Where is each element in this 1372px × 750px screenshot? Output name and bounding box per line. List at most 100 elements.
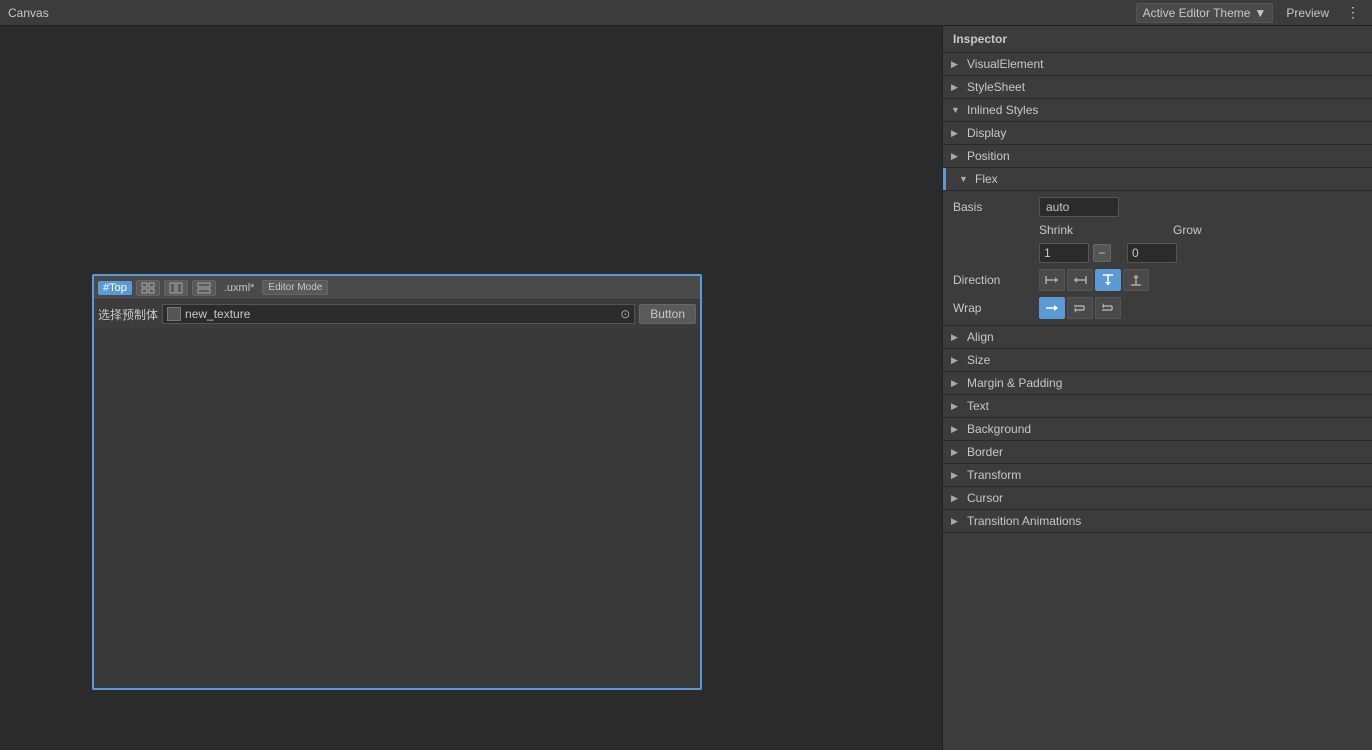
wrap-nowrap-btn[interactable] xyxy=(1039,297,1065,319)
editor-icon-btn-3[interactable] xyxy=(192,280,216,296)
more-options-button[interactable]: ⋮ xyxy=(1342,2,1364,23)
canvas-label: Canvas xyxy=(8,6,49,20)
margin-padding-label: Margin & Padding xyxy=(967,376,1062,390)
wrap-btn-group xyxy=(1039,297,1121,319)
editor-label: 选择预制体 xyxy=(98,306,158,323)
grid-icon xyxy=(141,282,155,294)
section-border[interactable]: ▶ Border xyxy=(943,441,1372,464)
grow-controls xyxy=(1127,243,1177,263)
direction-column-icon xyxy=(1101,274,1115,286)
flex-arrow: ▼ xyxy=(959,174,971,184)
shrink-controls: − xyxy=(1039,243,1111,263)
wrap-row: Wrap xyxy=(953,297,1362,319)
wrap-wrap-btn[interactable] xyxy=(1067,297,1093,319)
basis-row: Basis xyxy=(953,197,1362,217)
transition-animations-label: Transition Animations xyxy=(967,514,1081,528)
theme-section: Active Editor Theme ▼ Preview ⋮ xyxy=(1136,2,1364,23)
section-transition-animations[interactable]: ▶ Transition Animations xyxy=(943,510,1372,533)
flex-content: Basis Shrink Grow − xyxy=(943,191,1372,325)
columns-icon xyxy=(169,282,183,294)
text-label: Text xyxy=(967,399,989,413)
section-size[interactable]: ▶ Size xyxy=(943,349,1372,372)
section-visual-element[interactable]: ▶ VisualElement xyxy=(943,53,1372,76)
stylesheet-label: StyleSheet xyxy=(967,80,1025,94)
direction-column-reverse-icon xyxy=(1129,274,1143,286)
wrap-label: Wrap xyxy=(953,301,1033,315)
grow-label: Grow xyxy=(1173,223,1202,237)
wrap-reverse-btn[interactable] xyxy=(1095,297,1121,319)
main-layout: #Top xyxy=(0,26,1372,750)
editor-icon-btn-2[interactable] xyxy=(164,280,188,296)
text-arrow: ▶ xyxy=(951,401,963,412)
transform-arrow: ▶ xyxy=(951,470,963,481)
display-label: Display xyxy=(967,126,1006,140)
section-transform[interactable]: ▶ Transform xyxy=(943,464,1372,487)
flex-active-indicator xyxy=(943,168,946,190)
basis-label: Basis xyxy=(953,200,1033,214)
position-label: Position xyxy=(967,149,1010,163)
flex-section-header[interactable]: ▼ Flex xyxy=(943,168,1372,191)
section-cursor[interactable]: ▶ Cursor xyxy=(943,487,1372,510)
section-position[interactable]: ▶ Position xyxy=(943,145,1372,168)
canvas-area: #Top xyxy=(0,26,942,750)
grow-input[interactable] xyxy=(1127,243,1177,263)
editor-mode-tag: Editor Mode xyxy=(262,280,328,295)
direction-column-reverse-btn[interactable] xyxy=(1123,269,1149,291)
theme-dropdown-label: Active Editor Theme xyxy=(1143,6,1251,20)
direction-row-reverse-btn[interactable] xyxy=(1067,269,1093,291)
main-toolbar: Canvas Active Editor Theme ▼ Preview ⋮ xyxy=(0,0,1372,26)
align-label: Align xyxy=(967,330,994,344)
section-flex: ▼ Flex Basis Shrink Grow xyxy=(943,168,1372,326)
direction-column-btn[interactable] xyxy=(1095,269,1121,291)
editor-icon-btn-1[interactable] xyxy=(136,280,160,296)
transition-animations-arrow: ▶ xyxy=(951,516,963,527)
visual-element-label: VisualElement xyxy=(967,57,1044,71)
inlined-styles-arrow: ▼ xyxy=(951,105,963,115)
inspector-title: Inspector xyxy=(943,26,1372,53)
section-align[interactable]: ▶ Align xyxy=(943,326,1372,349)
editor-body xyxy=(94,328,700,688)
cursor-arrow: ▶ xyxy=(951,493,963,504)
wrap-icon xyxy=(1073,302,1087,314)
editor-toolbar: #Top xyxy=(94,276,700,300)
texture-field: new_texture ⊙ xyxy=(162,304,635,324)
transform-label: Transform xyxy=(967,468,1021,482)
section-background[interactable]: ▶ Background xyxy=(943,418,1372,441)
editor-tag: #Top xyxy=(98,281,132,295)
section-margin-padding[interactable]: ▶ Margin & Padding xyxy=(943,372,1372,395)
background-arrow: ▶ xyxy=(951,424,963,435)
direction-row-btn[interactable] xyxy=(1039,269,1065,291)
texture-search-icon[interactable]: ⊙ xyxy=(620,307,630,321)
shrink-label: Shrink xyxy=(1039,223,1073,237)
section-inlined-styles[interactable]: ▼ Inlined Styles xyxy=(943,99,1372,122)
section-display[interactable]: ▶ Display xyxy=(943,122,1372,145)
size-label: Size xyxy=(967,353,990,367)
direction-row-icon xyxy=(1045,274,1059,286)
flex-label: Flex xyxy=(975,172,998,186)
border-label: Border xyxy=(967,445,1003,459)
shrink-grow-labels: Shrink Grow xyxy=(1039,223,1362,237)
border-arrow: ▶ xyxy=(951,447,963,458)
theme-dropdown[interactable]: Active Editor Theme ▼ xyxy=(1136,3,1274,23)
position-arrow: ▶ xyxy=(951,151,963,162)
display-arrow: ▶ xyxy=(951,128,963,139)
section-stylesheet[interactable]: ▶ StyleSheet xyxy=(943,76,1372,99)
margin-padding-arrow: ▶ xyxy=(951,378,963,389)
inspector-panel: Inspector ▶ VisualElement ▶ StyleSheet ▼… xyxy=(942,26,1372,750)
visual-element-arrow: ▶ xyxy=(951,59,963,70)
editor-content: 选择预制体 new_texture ⊙ Button xyxy=(94,300,700,328)
rows-icon xyxy=(197,282,211,294)
dropdown-arrow-icon: ▼ xyxy=(1254,6,1266,20)
shrink-input[interactable] xyxy=(1039,243,1089,263)
align-arrow: ▶ xyxy=(951,332,963,343)
nowrap-icon xyxy=(1045,302,1059,314)
cursor-label: Cursor xyxy=(967,491,1003,505)
basis-input[interactable] xyxy=(1039,197,1119,217)
preview-button[interactable]: Preview xyxy=(1277,3,1338,23)
stylesheet-arrow: ▶ xyxy=(951,82,963,93)
editor-button[interactable]: Button xyxy=(639,304,696,324)
direction-btn-group xyxy=(1039,269,1149,291)
shrink-minus-btn[interactable]: − xyxy=(1093,244,1111,262)
direction-row-reverse-icon xyxy=(1073,274,1087,286)
section-text[interactable]: ▶ Text xyxy=(943,395,1372,418)
